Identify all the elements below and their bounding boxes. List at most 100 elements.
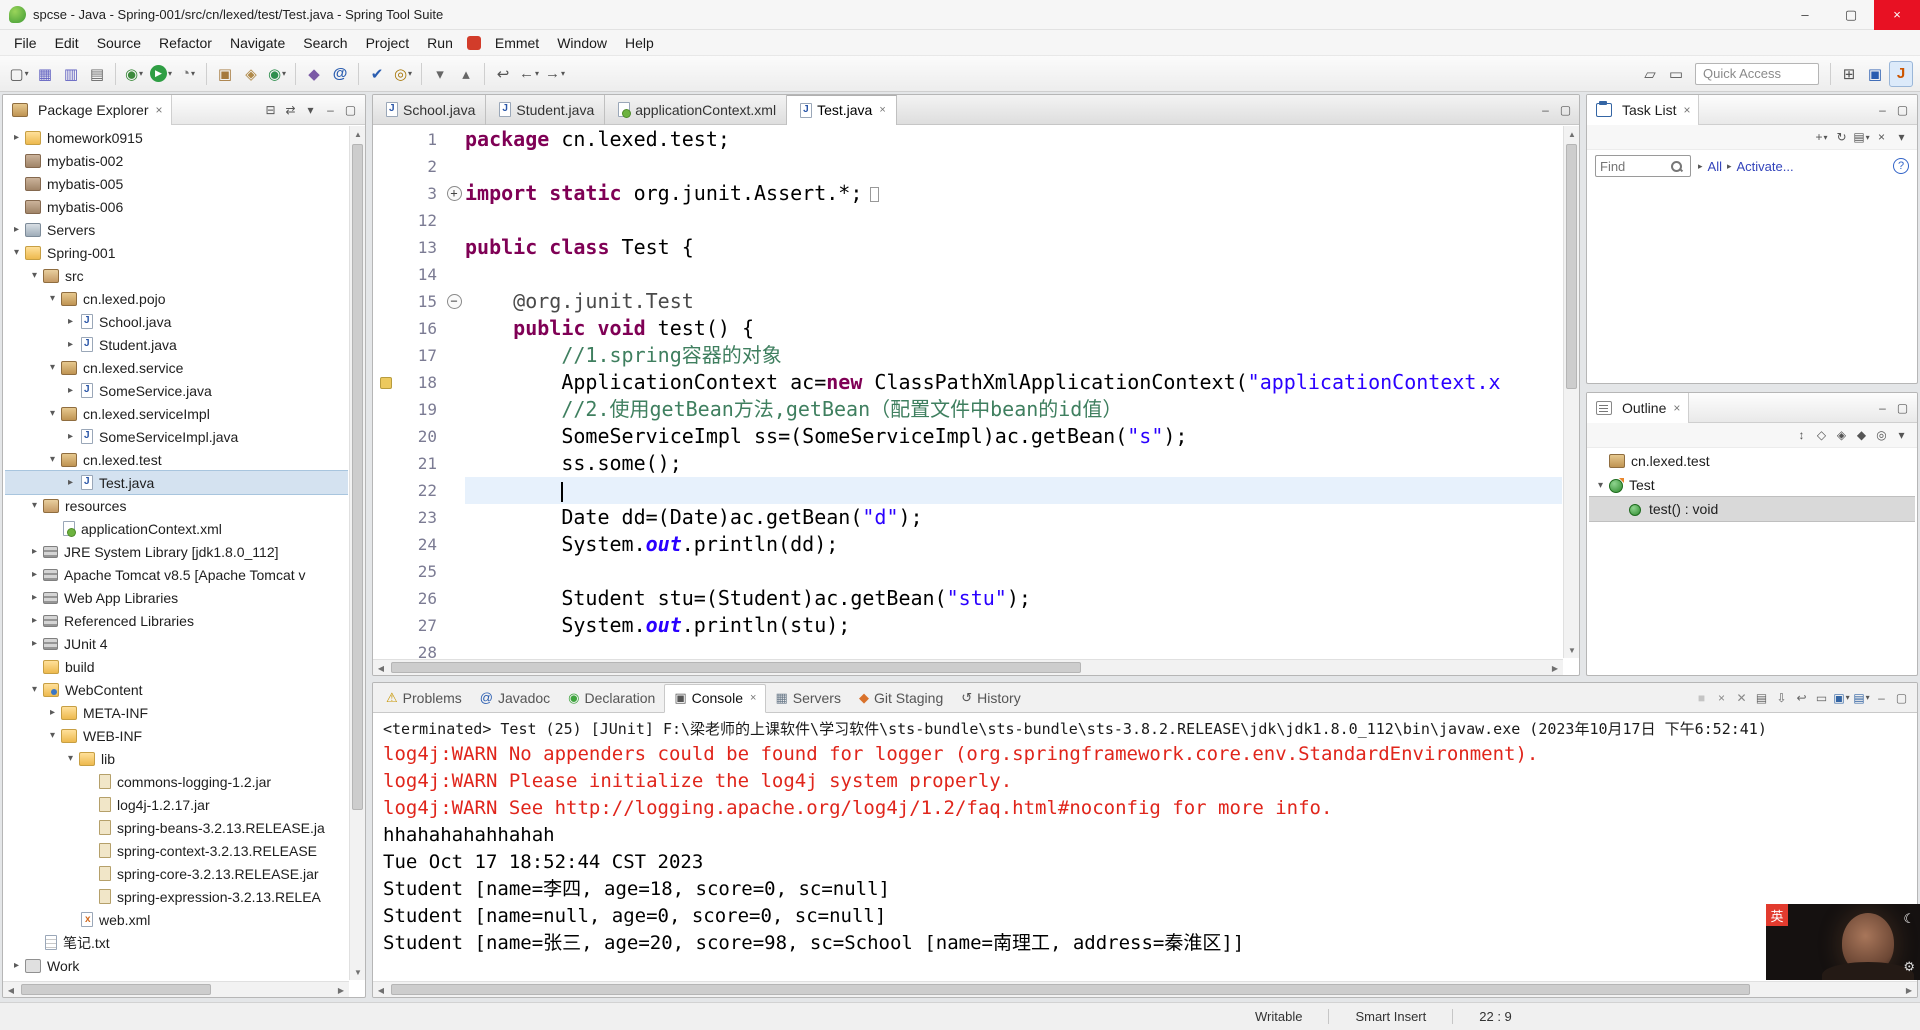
new-java-project-icon[interactable]: ▣: [213, 61, 237, 87]
display-selected-console-icon[interactable]: ▣ ▾: [1832, 688, 1851, 708]
collapsed-arrow-icon[interactable]: ▸: [63, 477, 78, 488]
code-line[interactable]: 12: [373, 207, 1562, 234]
code-line[interactable]: 3 + import static org.junit.Assert.*;: [373, 180, 1562, 207]
menu-source[interactable]: Source: [88, 30, 150, 56]
tree-item[interactable]: commons-logging-1.2.jar: [5, 770, 348, 793]
code-line[interactable]: 26 Student stu=(Student)ac.getBean("stu"…: [373, 585, 1562, 612]
tree-item[interactable]: mybatis-002: [5, 149, 348, 172]
debug-icon[interactable]: ◉ ▾: [122, 61, 146, 87]
code-line[interactable]: 21 ss.some();: [373, 450, 1562, 477]
menu-emmet[interactable]: Emmet: [486, 30, 548, 56]
save-all-icon[interactable]: ▥: [59, 61, 83, 87]
javadoc-icon[interactable]: @: [328, 61, 352, 87]
editor-vscrollbar[interactable]: ▲ ▼: [1563, 126, 1579, 658]
collapse-all-icon[interactable]: ⊟: [261, 100, 280, 120]
scrollbar-thumb[interactable]: [21, 984, 212, 995]
tree-item[interactable]: ▾ resources: [5, 494, 348, 517]
tree-item[interactable]: ▸ SomeServiceImpl.java: [5, 425, 348, 448]
code-line[interactable]: 27 System.out.println(stu);: [373, 612, 1562, 639]
scroll-up-icon[interactable]: ▲: [350, 126, 365, 142]
tree-item[interactable]: ▸ Test.java: [5, 470, 348, 495]
scrollbar-thumb[interactable]: [352, 144, 363, 811]
collapsed-arrow-icon[interactable]: ▸: [27, 638, 42, 649]
console-hscrollbar[interactable]: ◀ ▶: [373, 981, 1917, 997]
menu-run[interactable]: Run: [418, 30, 462, 56]
code-line[interactable]: 25: [373, 558, 1562, 585]
editor-hscrollbar[interactable]: ◀ ▶: [373, 659, 1563, 675]
minimize-view-icon[interactable]: –: [1873, 398, 1892, 418]
scroll-lock-icon[interactable]: ⇩: [1772, 688, 1791, 708]
editor-tab[interactable]: applicationContext.xml: [605, 95, 788, 125]
code-line[interactable]: 24 System.out.println(dd);: [373, 531, 1562, 558]
pin-console-icon[interactable]: ▭: [1812, 688, 1831, 708]
tree-item[interactable]: ▸ Servers: [5, 218, 348, 241]
scroll-down-icon[interactable]: ▼: [350, 964, 365, 980]
tab-console[interactable]: ▣ Console ×: [664, 683, 767, 713]
tree-item[interactable]: ▾ cn.lexed.test: [5, 448, 348, 471]
tab-problems[interactable]: ⚠ Problems: [377, 683, 471, 712]
maximize-view-icon[interactable]: ▢: [341, 100, 360, 120]
tree-item[interactable]: ▸ Referenced Libraries: [5, 609, 348, 632]
tree-item[interactable]: ▾ cn.lexed.pojo: [5, 287, 348, 310]
tree-item[interactable]: ▸ JRE System Library [jdk1.8.0_112]: [5, 540, 348, 563]
scrollbar-thumb[interactable]: [1566, 144, 1577, 389]
menu-edit[interactable]: Edit: [46, 30, 88, 56]
tree-item[interactable]: ▸ META-INF: [5, 701, 348, 724]
collapsed-arrow-icon[interactable]: ▸: [9, 960, 24, 971]
task-view-menu-icon[interactable]: ▾: [1892, 127, 1911, 147]
tree-item[interactable]: spring-expression-3.2.13.RELEA: [5, 885, 348, 908]
minimize-window-icon[interactable]: –: [1782, 0, 1828, 30]
gear-icon[interactable]: ⚙: [1903, 959, 1915, 975]
new-class-icon[interactable]: ◉ ▾: [265, 61, 289, 87]
expanded-arrow-icon[interactable]: ▾: [27, 684, 42, 695]
console-output[interactable]: <terminated> Test (25) [JUnit] F:\梁老师的上课…: [373, 714, 1917, 981]
next-annotation-icon[interactable]: ▾: [428, 61, 452, 87]
close-window-icon[interactable]: ×: [1874, 0, 1920, 30]
code-line[interactable]: 14: [373, 261, 1562, 288]
tab-declaration[interactable]: ◉ Declaration: [559, 683, 664, 712]
help-icon[interactable]: ?: [1893, 158, 1909, 174]
expanded-arrow-icon[interactable]: ▾: [45, 293, 60, 304]
fold-collapse-icon[interactable]: −: [446, 294, 462, 309]
tree-item[interactable]: ▾ cn.lexed.serviceImpl: [5, 402, 348, 425]
tree-item[interactable]: ▸ JUnit 4: [5, 632, 348, 655]
tab-git-staging[interactable]: ◆ Git Staging: [850, 683, 952, 712]
expanded-arrow-icon[interactable]: ▾: [45, 454, 60, 465]
sort-icon[interactable]: ↕: [1792, 425, 1811, 445]
task-list-link[interactable]: All: [1708, 159, 1722, 174]
link-with-editor-icon[interactable]: ⇄: [281, 100, 300, 120]
previous-annotation-icon[interactable]: ▴: [454, 61, 478, 87]
java-perspective-icon[interactable]: J: [1889, 60, 1913, 87]
scrollbar-thumb[interactable]: [391, 984, 1750, 995]
save-icon[interactable]: ▦: [33, 61, 57, 87]
package-explorer-hscrollbar[interactable]: ◀ ▶: [3, 981, 349, 997]
scroll-down-icon[interactable]: ▼: [1564, 642, 1579, 658]
forward-icon[interactable]: → ▾: [543, 61, 567, 87]
tree-item[interactable]: mybatis-005: [5, 172, 348, 195]
tree-item[interactable]: ▸ SomeService.java: [5, 379, 348, 402]
editor-window-icon[interactable]: ▭: [1664, 61, 1688, 87]
minimize-view-icon[interactable]: –: [1873, 100, 1892, 120]
expanded-arrow-icon[interactable]: ▾: [1593, 480, 1608, 491]
close-tab-icon[interactable]: ×: [750, 692, 756, 704]
tab-history[interactable]: ↺ History: [952, 683, 1029, 712]
expanded-arrow-icon[interactable]: ▾: [45, 730, 60, 741]
scroll-right-icon[interactable]: ▶: [333, 982, 349, 997]
tree-item[interactable]: log4j-1.2.17.jar: [5, 793, 348, 816]
tree-item[interactable]: spring-context-3.2.13.RELEASE: [5, 839, 348, 862]
tree-item[interactable]: ▸ Web App Libraries: [5, 586, 348, 609]
expanded-arrow-icon[interactable]: ▾: [45, 362, 60, 373]
code-line[interactable]: 23 Date dd=(Date)ac.getBean("d");: [373, 504, 1562, 531]
new-task-icon[interactable]: + ▾: [1812, 127, 1831, 147]
editor-tab[interactable]: School.java: [373, 95, 487, 125]
word-wrap-icon[interactable]: ↩: [1792, 688, 1811, 708]
menu-navigate[interactable]: Navigate: [221, 30, 294, 56]
code-line[interactable]: 28: [373, 639, 1562, 658]
tree-item[interactable]: ▾ WEB-INF: [5, 724, 348, 747]
last-edit-location-icon[interactable]: ↩: [491, 61, 515, 87]
expanded-arrow-icon[interactable]: ▾: [45, 408, 60, 419]
tree-item[interactable]: spring-core-3.2.13.RELEASE.jar: [5, 862, 348, 885]
code-line[interactable]: 1 package cn.lexed.test;: [373, 126, 1562, 153]
minimize-view-icon[interactable]: –: [321, 100, 340, 120]
package-explorer-vscrollbar[interactable]: ▲ ▼: [349, 126, 365, 980]
